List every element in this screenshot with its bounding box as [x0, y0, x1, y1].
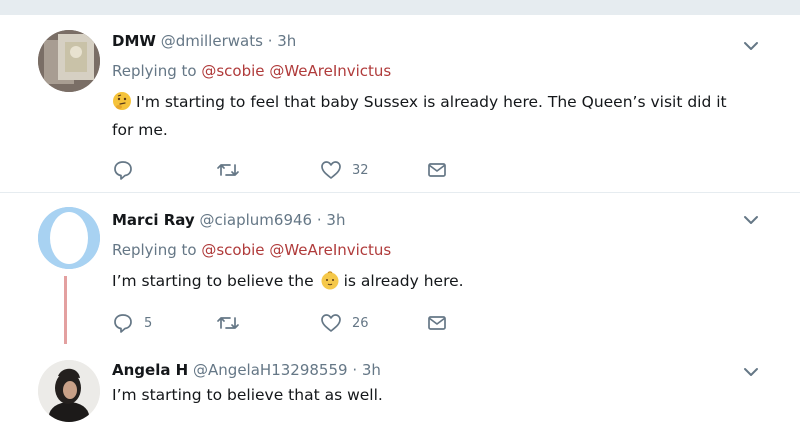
reply-button[interactable] [112, 159, 144, 181]
reply-button[interactable]: 5 [112, 312, 152, 334]
tweet-header: Marci Ray @ciaplum6946 · 3h [112, 211, 345, 229]
thread-connector [64, 276, 67, 344]
reply-icon [114, 314, 132, 333]
heart-icon [321, 161, 341, 179]
tweet-actions: 32 [112, 159, 462, 181]
tweet-divider [0, 192, 800, 193]
separator-dot: · [352, 361, 358, 379]
tweet-header: Angela H @AngelaH13298559 · 3h [112, 361, 381, 379]
tweet-text-before: I’m starting to believe the [112, 272, 314, 290]
chevron-down-icon[interactable] [742, 211, 760, 229]
display-name[interactable]: DMW [112, 32, 156, 50]
thinking-face-emoji [113, 92, 131, 110]
tweet-text: I’m starting to believe the is already h… [112, 267, 762, 295]
heart-icon [321, 314, 341, 332]
avatar[interactable] [38, 360, 100, 422]
avatar[interactable] [38, 30, 100, 92]
timestamp[interactable]: 3h [326, 211, 345, 229]
tweet-text: I'm starting to feel that baby Sussex is… [112, 88, 762, 144]
like-button[interactable]: 32 [320, 159, 369, 181]
display-name[interactable]: Angela H [112, 361, 188, 379]
mention-scobie[interactable]: @scobie [201, 62, 264, 80]
tweet-text-line-2: for me. [112, 121, 168, 139]
tweet-text: I’m starting to believe that as well. [112, 386, 383, 404]
mention-scobie[interactable]: @scobie [201, 241, 264, 259]
tweet-text-after: is already here. [343, 272, 464, 290]
top-bar [0, 0, 800, 15]
timestamp[interactable]: 3h [277, 32, 296, 50]
baby-emoji [321, 271, 339, 290]
chevron-down-icon[interactable] [742, 37, 760, 55]
separator-dot: · [316, 211, 322, 229]
reply-count: 5 [144, 315, 153, 331]
dm-button[interactable] [426, 312, 448, 334]
mention-weareinvictus[interactable]: @WeAreInvictus [269, 62, 391, 80]
envelope-icon [428, 163, 446, 177]
like-count: 32 [352, 162, 369, 178]
dm-button[interactable] [426, 159, 448, 181]
display-name[interactable]: Marci Ray [112, 211, 195, 229]
replying-to-label: Replying to [112, 62, 197, 80]
chevron-down-icon[interactable] [742, 363, 760, 381]
timestamp[interactable]: 3h [362, 361, 381, 379]
retweet-icon [217, 317, 239, 329]
tweet-actions: 5 26 [112, 312, 462, 334]
retweet-icon [217, 164, 239, 176]
user-handle[interactable]: @AngelaH13298559 [193, 361, 348, 379]
tweet-header: DMW @dmillerwats · 3h [112, 32, 296, 50]
like-count: 26 [352, 315, 369, 331]
mention-weareinvictus[interactable]: @WeAreInvictus [269, 241, 391, 259]
separator-dot: · [267, 32, 273, 50]
envelope-icon [428, 316, 446, 330]
replying-to: Replying to @scobie @WeAreInvictus [112, 241, 391, 259]
avatar[interactable] [38, 207, 100, 269]
user-handle[interactable]: @ciaplum6946 [199, 211, 312, 229]
replying-to: Replying to @scobie @WeAreInvictus [112, 62, 391, 80]
retweet-button[interactable] [216, 312, 250, 334]
like-button[interactable]: 26 [320, 312, 369, 334]
tweet-text-line-1: I'm starting to feel that baby Sussex is… [136, 93, 727, 111]
retweet-button[interactable] [216, 159, 250, 181]
replying-to-label: Replying to [112, 241, 197, 259]
user-handle[interactable]: @dmillerwats [161, 32, 263, 50]
reply-icon [114, 161, 132, 180]
